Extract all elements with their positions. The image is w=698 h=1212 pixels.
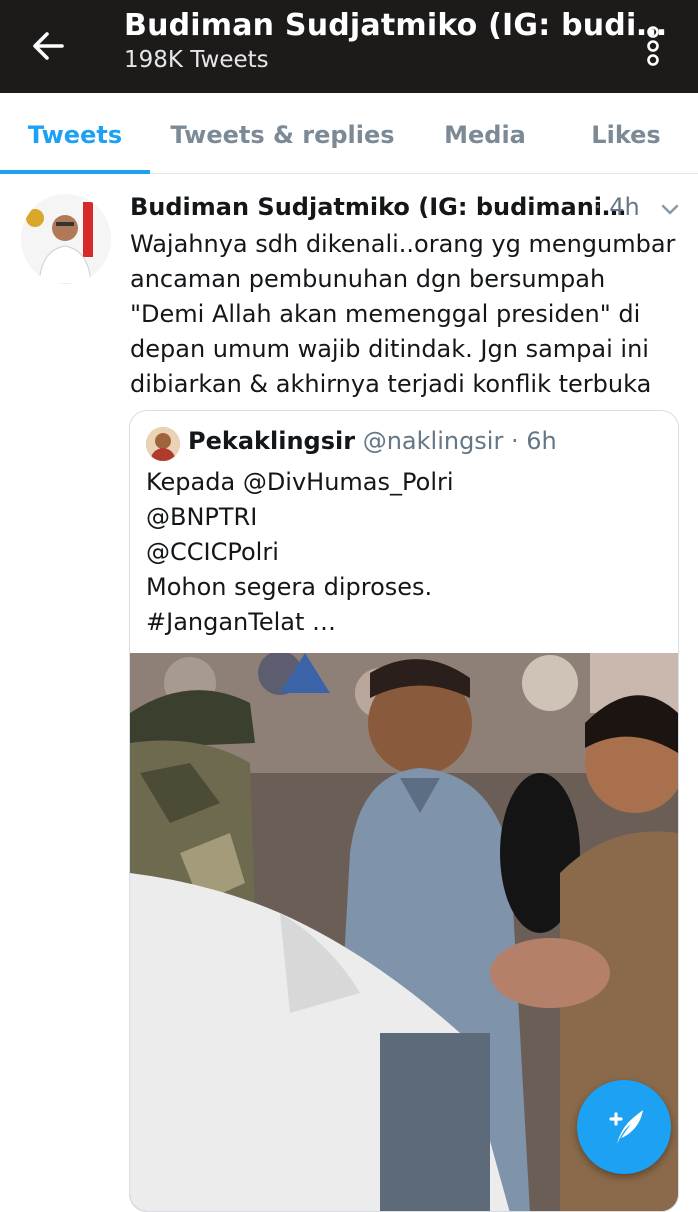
tweet-count: 198K Tweets (124, 47, 269, 73)
tab-media[interactable]: Media (425, 93, 545, 173)
compose-tweet-icon (609, 1110, 643, 1144)
more-vertical-icon (647, 26, 659, 66)
tab-likes[interactable]: Likes (570, 93, 682, 173)
tweet-menu-button[interactable] (658, 197, 682, 221)
profile-title-block: Budiman Sudjatmiko (IG: budi… 198K Tweet… (124, 8, 667, 73)
tweet-header: Budiman Sudjatmiko (IG: budimani… · 4h (130, 193, 685, 227)
quoted-author-name: Pekaklingsir (188, 427, 356, 455)
quoted-tweet-text: Kepada @DivHumas_Polri @BNPTRI @CCICPolr… (146, 465, 666, 640)
quoted-text-line: Mohon segera diproses. (146, 573, 433, 601)
tweet-time: · 4h (594, 193, 640, 221)
back-button[interactable] (26, 24, 70, 68)
profile-title: Budiman Sudjatmiko (IG: budi… (124, 8, 667, 43)
active-tab-indicator (0, 170, 150, 174)
tweet-text-line: Wajahnya sdh dikenali..orang yg mengumba… (130, 230, 676, 258)
tweet-text: Wajahnya sdh dikenali..orang yg mengumba… (130, 227, 690, 402)
tweet-text-line: "Demi Allah akan memenggal presiden" di (130, 300, 641, 328)
author-name[interactable]: Budiman Sudjatmiko (IG: budimani… (130, 193, 626, 221)
quoted-text-line: #JanganTelat … (146, 608, 337, 636)
compose-tweet-button[interactable] (577, 1080, 671, 1174)
avatar-photo (21, 194, 111, 284)
chevron-down-icon (661, 204, 679, 215)
tweet-text-line: ancaman pembunuhan dgn bersumpah (130, 265, 606, 293)
more-options-button[interactable] (638, 24, 668, 68)
tab-tweets[interactable]: Tweets (0, 93, 150, 173)
quoted-text-line: @CCICPolri (146, 538, 279, 566)
profile-tabs: Tweets Tweets & replies Media Likes (0, 93, 698, 174)
quoted-avatar-photo (146, 427, 180, 461)
top-app-bar: Budiman Sudjatmiko (IG: budi… 198K Tweet… (0, 0, 698, 93)
tweet-text-line: dibiarkan & akhirnya terjadi konflik ter… (130, 370, 652, 398)
tab-tweets-replies[interactable]: Tweets & replies (160, 93, 405, 173)
tweet-text-line: depan umum wajib ditindak. Jgn sampai in… (130, 335, 649, 363)
quoted-tweet-header: Pekaklingsir @naklingsir · 6h (188, 427, 557, 455)
quoted-text-line: Kepada @DivHumas_Polri (146, 468, 454, 496)
quoted-text-line: @BNPTRI (146, 503, 258, 531)
quoted-author-avatar (146, 427, 180, 461)
arrow-left-icon (33, 32, 64, 60)
author-avatar[interactable] (21, 194, 111, 284)
quoted-author-handle: @naklingsir · 6h (362, 427, 557, 455)
